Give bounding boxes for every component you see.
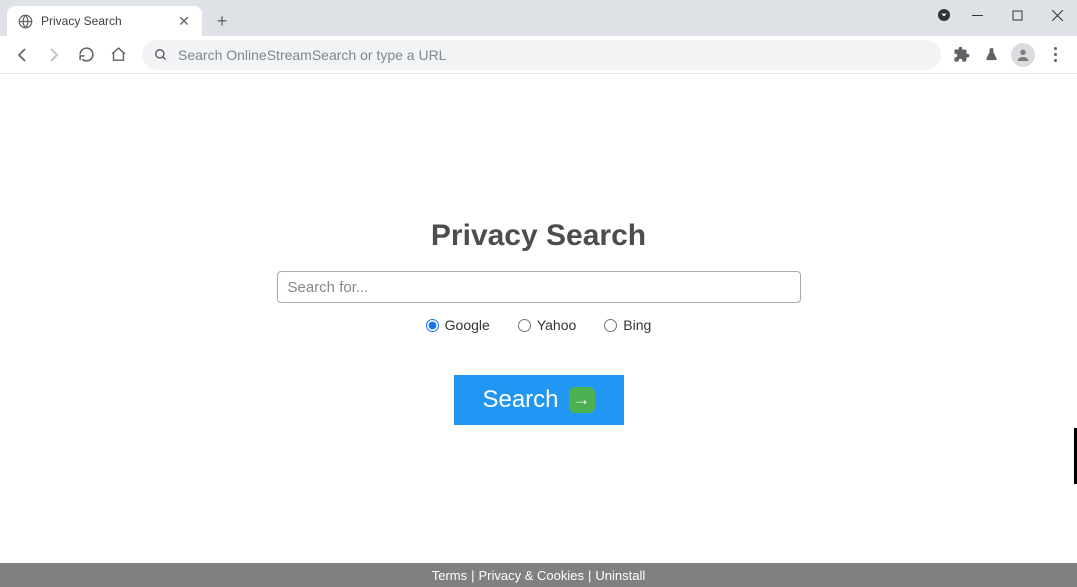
page-title: Privacy Search [431,219,646,253]
browser-tab[interactable]: Privacy Search ✕ [7,6,202,36]
page-content: Privacy Search Google Yahoo Bing Search … [0,74,1077,563]
minimize-button[interactable] [957,0,997,30]
footer-uninstall-link[interactable]: Uninstall [595,568,645,583]
address-bar-placeholder: Search OnlineStreamSearch or type a URL [178,47,929,63]
browser-toolbar: Search OnlineStreamSearch or type a URL [0,36,1077,74]
page-footer: Terms | Privacy & Cookies | Uninstall [0,563,1077,587]
toolbar-right [951,43,1069,67]
tab-title: Privacy Search [41,14,168,28]
window-titlebar: Privacy Search ✕ + [0,0,1077,36]
engine-label: Google [445,317,490,333]
engine-option-yahoo[interactable]: Yahoo [518,317,576,333]
reload-button[interactable] [72,41,100,69]
footer-privacy-link[interactable]: Privacy & Cookies [479,568,584,583]
engine-option-google[interactable]: Google [426,317,490,333]
search-input[interactable] [277,271,801,303]
footer-separator: | [588,568,591,583]
home-button[interactable] [104,41,132,69]
maximize-button[interactable] [997,0,1037,30]
engine-label: Yahoo [537,317,576,333]
search-button[interactable]: Search → [454,375,624,425]
profile-avatar[interactable] [1011,43,1035,67]
close-tab-button[interactable]: ✕ [176,13,192,29]
labs-icon[interactable] [981,45,1001,65]
extensions-icon[interactable] [951,45,971,65]
forward-button[interactable] [40,41,68,69]
back-button[interactable] [8,41,36,69]
engine-label: Bing [623,317,651,333]
new-tab-button[interactable]: + [208,7,236,35]
search-icon [154,48,168,62]
footer-separator: | [471,568,474,583]
engine-radio-google[interactable] [426,319,439,332]
browser-menu-button[interactable] [1045,47,1065,62]
footer-terms-link[interactable]: Terms [432,568,467,583]
globe-icon [17,13,33,29]
arrow-right-icon: → [569,387,595,413]
address-bar[interactable]: Search OnlineStreamSearch or type a URL [142,40,941,70]
search-engine-options: Google Yahoo Bing [426,317,652,333]
search-button-label: Search [482,386,558,414]
engine-radio-bing[interactable] [604,319,617,332]
window-controls [957,0,1077,30]
close-window-button[interactable] [1037,0,1077,30]
engine-option-bing[interactable]: Bing [604,317,651,333]
engine-radio-yahoo[interactable] [518,319,531,332]
extension-badge-icon[interactable] [936,7,952,23]
